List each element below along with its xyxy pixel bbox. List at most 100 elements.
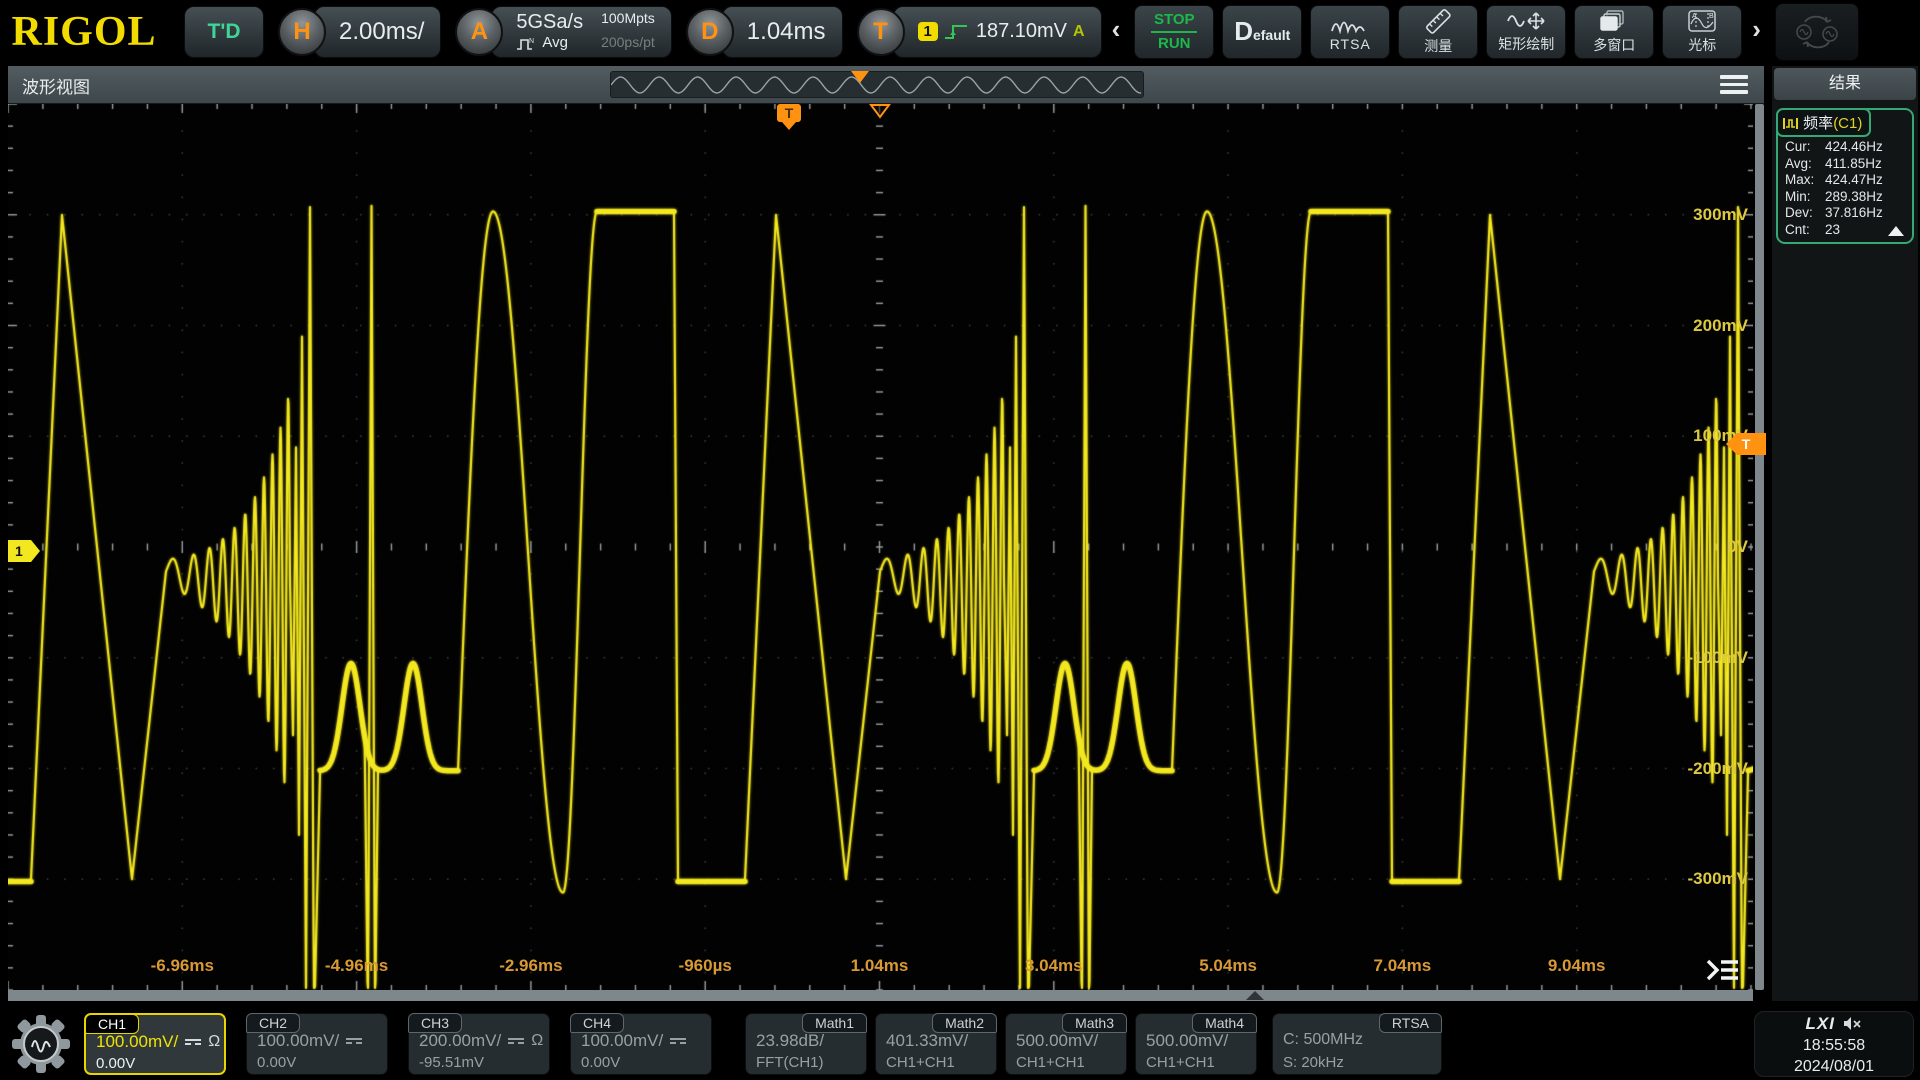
channel3-card[interactable]: CH3 200.00mV/ Ω -95.51mV: [408, 1013, 550, 1075]
math2-expression: CH1+CH1: [886, 1054, 955, 1071]
time-axis-label: 7.04ms: [1357, 956, 1447, 976]
overview-trigger-marker[interactable]: [851, 71, 869, 83]
scroll-up-icon[interactable]: [1888, 226, 1904, 236]
time-axis-label: -4.96ms: [312, 956, 402, 976]
waveform-move-icon: [1506, 10, 1546, 32]
window-menu-icon[interactable]: [1720, 75, 1748, 94]
trigger-position-flag[interactable]: T: [777, 104, 801, 130]
measure-button[interactable]: 测量: [1398, 5, 1478, 59]
trigger-source-badge: 1: [918, 22, 938, 41]
rtsa-center-frequency: C: 500MHz: [1283, 1031, 1363, 1049]
horizontal-knob[interactable]: H: [278, 8, 326, 56]
time-axis-label: 9.04ms: [1532, 956, 1622, 976]
dc-coupling-icon: [508, 1036, 524, 1046]
screen-center-marker: [869, 104, 891, 119]
spectrum-icon: [1330, 12, 1370, 34]
channel1-tab[interactable]: CH1: [85, 1014, 139, 1034]
math2-tab[interactable]: Math2: [932, 1013, 997, 1033]
expand-menu-icon[interactable]: [1704, 956, 1742, 984]
multi-window-icon: [1599, 9, 1629, 33]
measurement-title-tab: 频率(C1): [1776, 108, 1871, 137]
svg-text:N: N: [529, 38, 534, 45]
sample-rate: 5GSa/s: [516, 11, 583, 33]
voltage-axis-label: 200mV: [1693, 316, 1748, 336]
stop-run-button[interactable]: STOP RUN: [1134, 5, 1214, 59]
channel2-offset: 0.00V: [257, 1054, 296, 1071]
math1-expression: FFT(CH1): [756, 1054, 824, 1071]
cursor-button[interactable]: A B 光标: [1662, 5, 1742, 59]
channel3-tab[interactable]: CH3: [408, 1013, 462, 1033]
voltage-axis-label: 300mV: [1693, 205, 1748, 225]
rtsa-tab[interactable]: RTSA: [1379, 1013, 1442, 1033]
waveform-canvas[interactable]: [8, 104, 1753, 990]
system-time: 18:55:58: [1755, 1035, 1913, 1056]
math3-card[interactable]: Math3 500.00mV/ CH1+CH1: [1005, 1013, 1127, 1075]
measurement-row-avg: Avg:411.85Hz: [1778, 156, 1912, 173]
trigger-panel[interactable]: 1 187.10mV A: [893, 6, 1102, 58]
expand-chevron[interactable]: ›: [1752, 14, 1761, 45]
rtsa-button-label: RTSA: [1330, 36, 1371, 52]
measure-button-label: 测量: [1424, 36, 1452, 56]
rect-draw-button-label: 矩形绘制: [1498, 34, 1554, 54]
channel4-tab[interactable]: CH4: [570, 1013, 624, 1033]
voltage-axis-label: -100mV: [1688, 648, 1748, 668]
math4-card[interactable]: Math4 500.00mV/ CH1+CH1: [1135, 1013, 1257, 1075]
delay-knob[interactable]: D: [686, 8, 734, 56]
ruler-icon: [1423, 8, 1453, 34]
delay-panel[interactable]: 1.04ms: [722, 6, 843, 58]
stop-run-divider: [1151, 31, 1197, 33]
rect-draw-button[interactable]: 矩形绘制: [1486, 5, 1566, 59]
waveform-view-title: 波形视图: [22, 73, 90, 98]
frequency-measurement-card[interactable]: 频率(C1) Cur:424.46Hz Avg:411.85Hz Max:424…: [1776, 108, 1914, 244]
rtsa-button[interactable]: RTSA: [1310, 5, 1390, 59]
acquire-panel[interactable]: 5GSa/s 100Mpts N Avg 200ps/pt: [491, 6, 671, 58]
channel4-card[interactable]: CH4 100.00mV/ 0.00V: [570, 1013, 712, 1075]
waveform-grid-area[interactable]: T 1 T 300mV200mV100mV0V-100mV-200mV-300m…: [8, 104, 1764, 990]
rtsa-card[interactable]: RTSA C: 500MHz S: 20kHz: [1272, 1013, 1442, 1075]
channel2-tab[interactable]: CH2: [246, 1013, 300, 1033]
acquire-knob[interactable]: A: [455, 8, 503, 56]
math4-scale: 500.00mV/: [1146, 1031, 1228, 1051]
math2-scale: 401.33mV/: [886, 1031, 968, 1051]
time-axis-label: -2.96ms: [486, 956, 576, 976]
run-label: RUN: [1158, 35, 1191, 52]
trigger-status-badge: T'D: [184, 6, 264, 58]
horizontal-scrollbar[interactable]: [8, 990, 1753, 1001]
voltage-axis-label: -200mV: [1688, 759, 1748, 779]
delay-group: D 1.04ms: [686, 6, 843, 58]
time-axis-label: 1.04ms: [835, 956, 925, 976]
math1-card[interactable]: Math1 23.98dB/ FFT(CH1): [745, 1013, 867, 1075]
math2-card[interactable]: Math2 401.33mV/ CH1+CH1: [875, 1013, 997, 1075]
acquire-mode: Avg: [542, 35, 568, 52]
svg-text:A: A: [1692, 13, 1697, 20]
timebase-overview-strip[interactable]: [610, 71, 1144, 98]
trigger-flag-tip: [782, 122, 796, 130]
dc-coupling-icon: [346, 1036, 362, 1046]
trigger-group: T 1 187.10mV A: [857, 6, 1102, 58]
cursor-icon: A B: [1687, 9, 1717, 33]
math1-tab[interactable]: Math1: [802, 1013, 867, 1033]
multi-window-button[interactable]: 多窗口: [1574, 5, 1654, 59]
resolution: 200ps/pt: [601, 35, 655, 52]
system-menu-button[interactable]: [8, 1011, 74, 1077]
dc-coupling-icon: [185, 1037, 201, 1047]
measurement-name: 频率: [1803, 115, 1833, 132]
channel2-card[interactable]: CH2 100.00mV/ 0.00V: [246, 1013, 388, 1075]
trigger-knob[interactable]: T: [857, 8, 905, 56]
default-button[interactable]: Default: [1222, 5, 1302, 59]
math3-tab[interactable]: Math3: [1062, 1013, 1127, 1033]
measurement-row-dev: Dev:37.816Hz: [1778, 205, 1912, 222]
measurement-row-cur: Cur:424.46Hz: [1778, 139, 1912, 156]
horizontal-scale-panel[interactable]: 2.00ms/: [314, 6, 441, 58]
gear-logo-icon: [10, 1013, 72, 1075]
impedance-icon: Ω: [531, 1032, 543, 1050]
trigger-level-value: 187.10mV: [976, 20, 1067, 43]
waveform-compare-button[interactable]: [1775, 3, 1859, 61]
vertical-scrollbar[interactable]: [1755, 104, 1764, 990]
math4-tab[interactable]: Math4: [1192, 1013, 1257, 1033]
speaker-muted-icon[interactable]: [1843, 1016, 1862, 1031]
top-header-bar: RIGOL T'D H 2.00ms/ A 5GSa/s 100Mpts N A…: [0, 0, 1920, 63]
collapse-chevron[interactable]: ‹: [1112, 14, 1121, 45]
svg-text:B: B: [1709, 13, 1714, 20]
channel1-card[interactable]: CH1 100.00mV/ Ω 0.00V: [84, 1013, 226, 1075]
